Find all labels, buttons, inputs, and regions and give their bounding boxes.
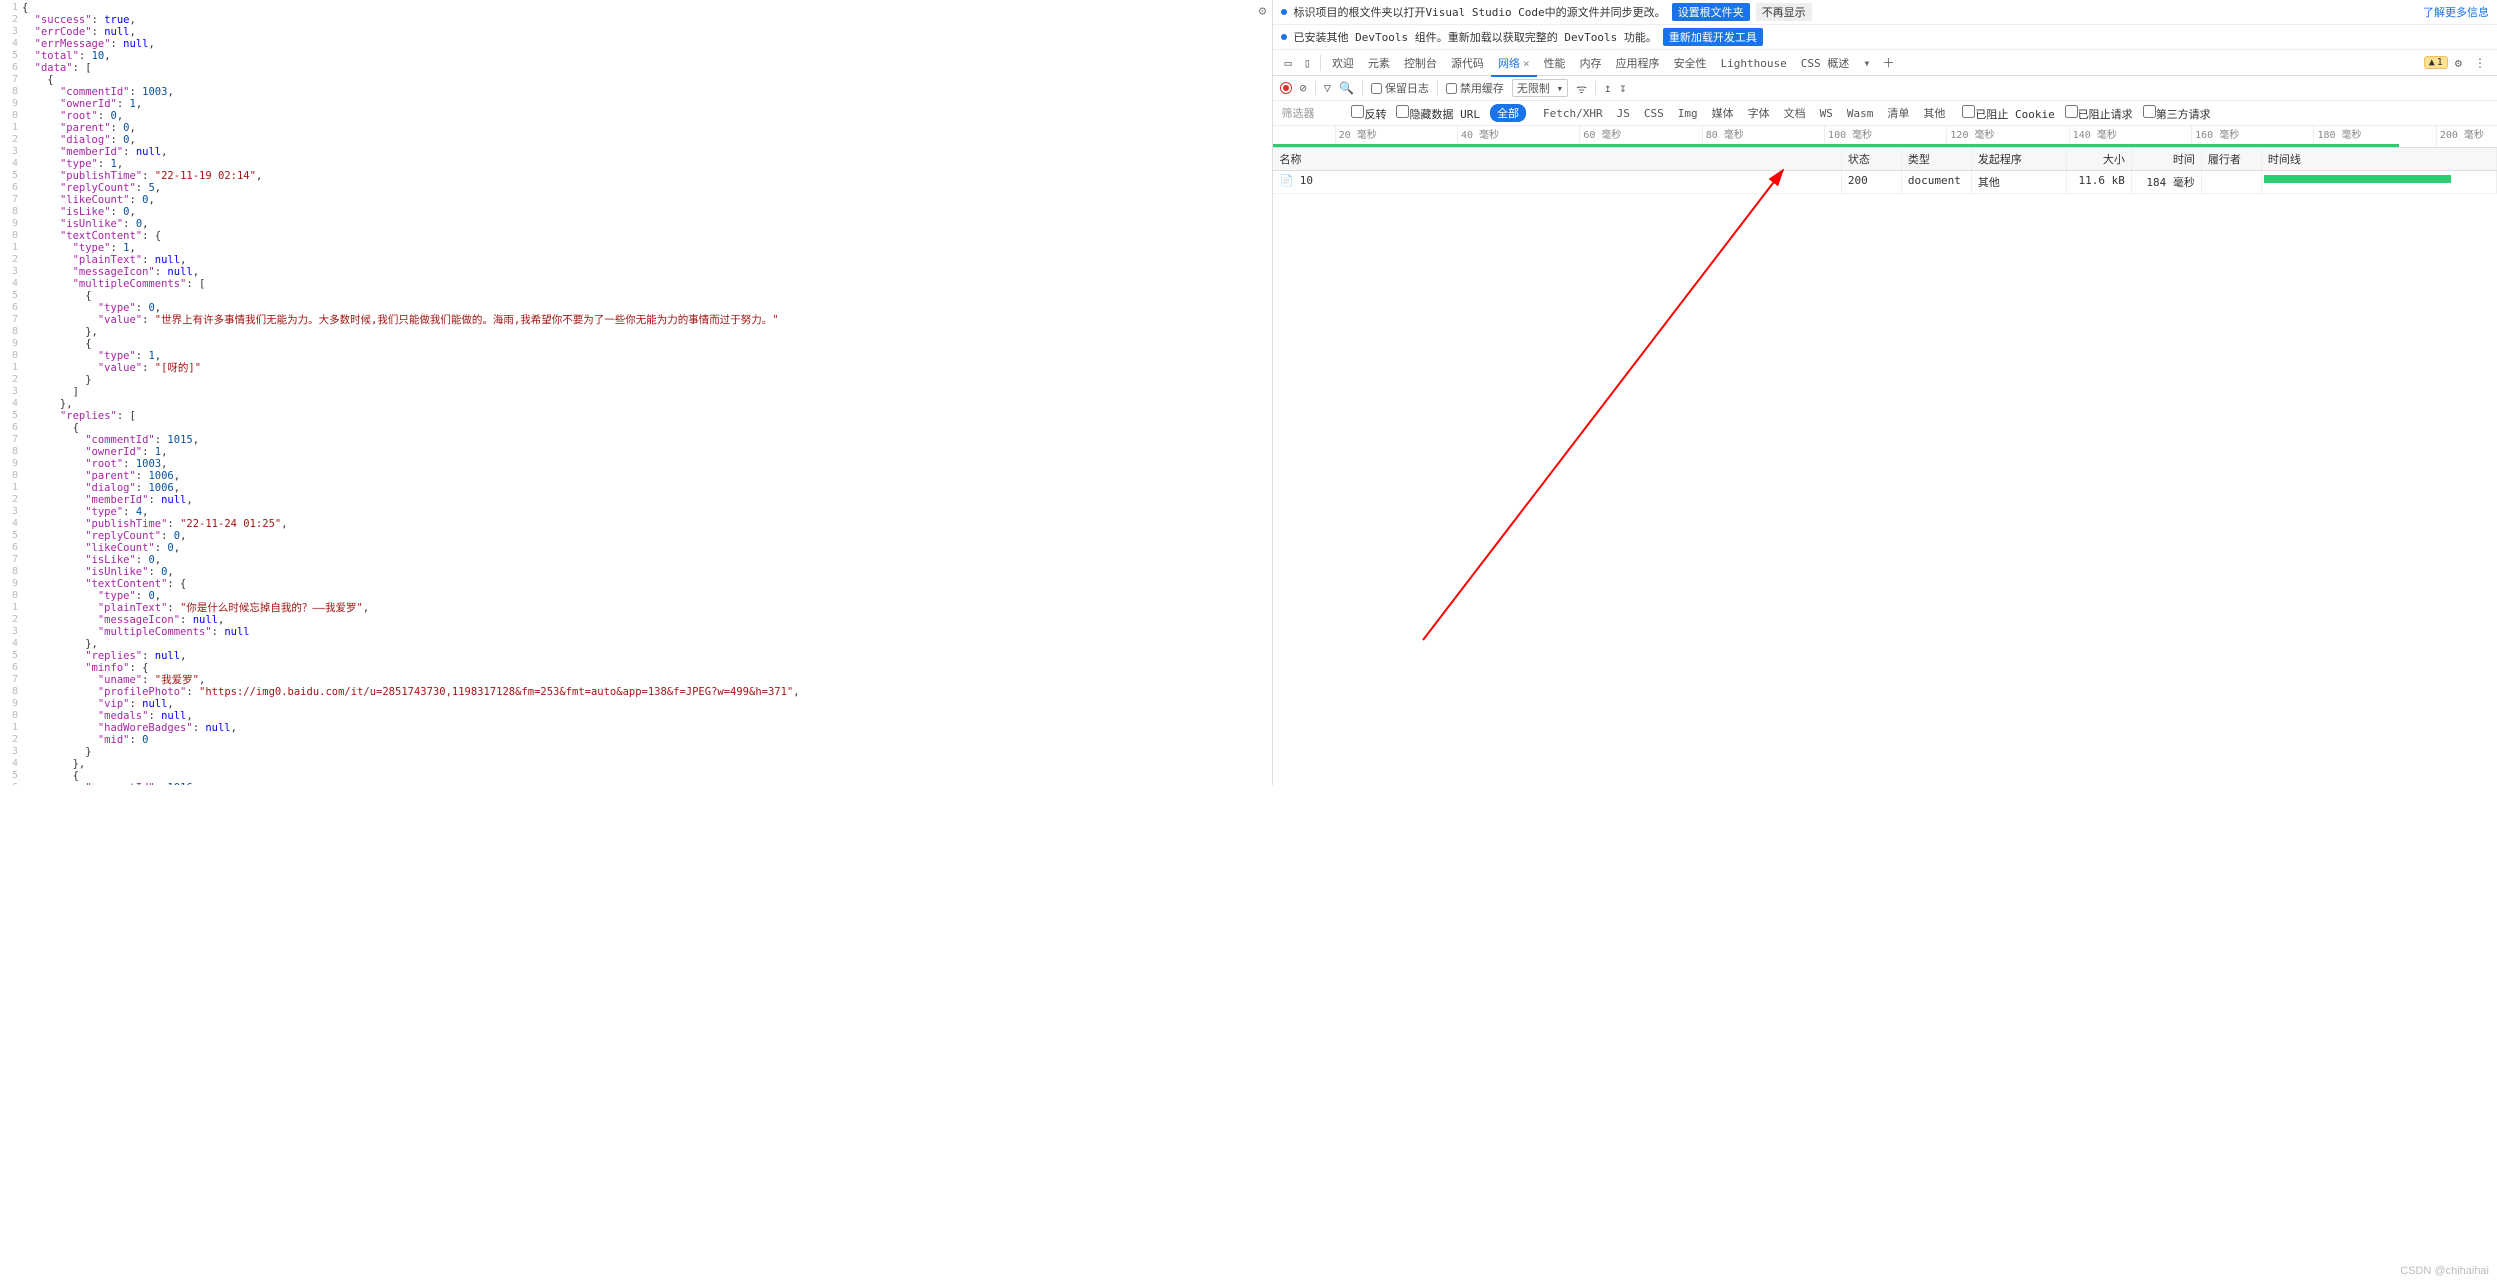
filter-清单[interactable]: 清单 xyxy=(1880,106,1916,121)
set-root-button[interactable]: 设置根文件夹 xyxy=(1672,3,1750,21)
issues-badge[interactable]: ▲ 1 xyxy=(2424,56,2448,69)
infobar-text: 已安装其他 DevTools 组件。重新加载以获取完整的 DevTools 功能… xyxy=(1293,29,1656,45)
dismiss-button[interactable]: 不再显示 xyxy=(1756,3,1812,21)
learn-more-link[interactable]: 了解更多信息 xyxy=(2423,4,2489,20)
network-row[interactable]: 📄 10 200 document 其他 11.6 kB 184 毫秒 xyxy=(1273,171,2497,194)
info-icon xyxy=(1281,34,1287,40)
reload-devtools-button[interactable]: 重新加载开发工具 xyxy=(1663,28,1763,46)
filter-文档[interactable]: 文档 xyxy=(1777,106,1813,121)
col-name[interactable]: 名称 xyxy=(1273,148,1841,170)
plus-icon[interactable]: ＋ xyxy=(1878,54,1900,71)
more-icon[interactable]: ⋮ xyxy=(2469,56,2491,70)
search-icon[interactable]: 🔍 xyxy=(1339,81,1354,95)
tab-应用程序[interactable]: 应用程序 xyxy=(1609,52,1667,75)
row-status: 200 xyxy=(1842,171,1902,193)
tab-欢迎[interactable]: 欢迎 xyxy=(1325,52,1361,75)
tab-源代码[interactable]: 源代码 xyxy=(1444,52,1491,75)
network-grid-header: 名称 状态 类型 发起程序 大小 时间 履行者 时间线 xyxy=(1273,148,2497,171)
filter-WS[interactable]: WS xyxy=(1813,106,1840,121)
filter-icon[interactable]: ▽ xyxy=(1324,81,1331,95)
tab-网络[interactable]: 网络× xyxy=(1491,52,1537,77)
infobar-reload: 已安装其他 DevTools 组件。重新加载以获取完整的 DevTools 功能… xyxy=(1273,25,2497,50)
filter-JS[interactable]: JS xyxy=(1610,106,1637,121)
third-party-checkbox[interactable]: 第三方请求 xyxy=(2143,105,2211,122)
row-type: document xyxy=(1902,171,1972,193)
filter-媒体[interactable]: 媒体 xyxy=(1705,106,1741,121)
row-size: 11.6 kB xyxy=(2067,171,2132,193)
devtools-tabbar: ▭ ▯ 欢迎元素控制台源代码网络×性能内存应用程序安全性LighthouseCS… xyxy=(1273,50,2497,76)
tab-性能[interactable]: 性能 xyxy=(1537,52,1573,75)
col-status[interactable]: 状态 xyxy=(1842,148,1902,170)
infobar-text: 标识项目的根文件夹以打开Visual Studio Code中的源文件并同步更改… xyxy=(1293,4,1665,20)
filter-其他[interactable]: 其他 xyxy=(1916,106,1952,121)
inspect-icon[interactable]: ▭ xyxy=(1279,56,1296,70)
gear-icon[interactable]: ⚙ xyxy=(1259,4,1267,19)
filter-all[interactable]: 全部 xyxy=(1490,104,1526,122)
blocked-req-checkbox[interactable]: 已阻止请求 xyxy=(2065,105,2133,122)
col-size[interactable]: 大小 xyxy=(2067,148,2132,170)
preserve-log-checkbox[interactable]: 保留日志 xyxy=(1371,80,1429,96)
tab-安全性[interactable]: 安全性 xyxy=(1667,52,1714,75)
disable-cache-checkbox[interactable]: 禁用缓存 xyxy=(1446,80,1504,96)
hide-dataurl-checkbox[interactable]: 隐藏数据 URL xyxy=(1396,105,1480,122)
record-button[interactable] xyxy=(1281,83,1291,93)
filter-字体[interactable]: 字体 xyxy=(1741,106,1777,121)
upload-icon[interactable]: ↥ xyxy=(1604,81,1611,95)
gear-icon[interactable]: ⚙ xyxy=(2450,56,2467,70)
filter-Wasm[interactable]: Wasm xyxy=(1840,106,1881,121)
device-icon[interactable]: ▯ xyxy=(1299,56,1316,70)
network-timeline[interactable]: 20 毫秒40 毫秒60 毫秒80 毫秒100 毫秒120 毫秒140 毫秒16… xyxy=(1273,126,2497,148)
filter-Fetch/XHR[interactable]: Fetch/XHR xyxy=(1536,106,1610,121)
tab-元素[interactable]: 元素 xyxy=(1361,52,1397,75)
col-type[interactable]: 类型 xyxy=(1902,148,1972,170)
filter-input[interactable]: 筛选器 xyxy=(1281,105,1341,121)
row-initiator: 其他 xyxy=(1972,171,2067,193)
throttle-select[interactable]: 无限制 ▾ xyxy=(1512,79,1568,97)
filter-Img[interactable]: Img xyxy=(1671,106,1705,121)
col-initiator[interactable]: 发起程序 xyxy=(1972,148,2067,170)
wifi-icon[interactable]: ᯤ xyxy=(1576,80,1587,97)
info-icon xyxy=(1281,9,1287,15)
network-toolbar: ⊘ ▽ 🔍 保留日志 禁用缓存 无限制 ▾ ᯤ ↥ ↧ xyxy=(1273,76,2497,101)
col-waterfall[interactable]: 时间线 xyxy=(2262,148,2497,170)
row-waterfall xyxy=(2262,171,2497,193)
tab-Lighthouse[interactable]: Lighthouse xyxy=(1714,52,1794,75)
invert-checkbox[interactable]: 反转 xyxy=(1351,105,1386,122)
network-filterbar: 筛选器 反转 隐藏数据 URL 全部 Fetch/XHRJSCSSImg媒体字体… xyxy=(1273,101,2497,126)
tab-CSS 概述[interactable]: CSS 概述 xyxy=(1794,52,1857,75)
line-gutter: 1234567890123456789012345678901234567890… xyxy=(0,0,18,785)
json-response-pane: ⚙ 12345678901234567890123456789012345678… xyxy=(0,0,1273,785)
row-name: 📄 10 xyxy=(1273,171,1841,193)
watermark: CSDN @chihaihai xyxy=(2400,1265,2489,1277)
tab-控制台[interactable]: 控制台 xyxy=(1397,52,1444,75)
blocked-cookie-checkbox[interactable]: 已阻止 Cookie xyxy=(1962,105,2054,122)
chevron-down-icon[interactable]: ▾ xyxy=(1858,56,1875,70)
clear-icon[interactable]: ⊘ xyxy=(1299,81,1306,95)
infobar-vscode: 标识项目的根文件夹以打开Visual Studio Code中的源文件并同步更改… xyxy=(1273,0,2497,25)
col-time[interactable]: 时间 xyxy=(2132,148,2202,170)
download-icon[interactable]: ↧ xyxy=(1619,81,1626,95)
json-code[interactable]: { "success": true, "errCode": null, "err… xyxy=(0,0,1272,785)
row-time: 184 毫秒 xyxy=(2132,171,2202,193)
tab-内存[interactable]: 内存 xyxy=(1573,52,1609,75)
filter-CSS[interactable]: CSS xyxy=(1637,106,1671,121)
devtools-pane: 标识项目的根文件夹以打开Visual Studio Code中的源文件并同步更改… xyxy=(1273,0,2497,785)
row-exec xyxy=(2202,171,2262,193)
col-exec[interactable]: 履行者 xyxy=(2202,148,2262,170)
